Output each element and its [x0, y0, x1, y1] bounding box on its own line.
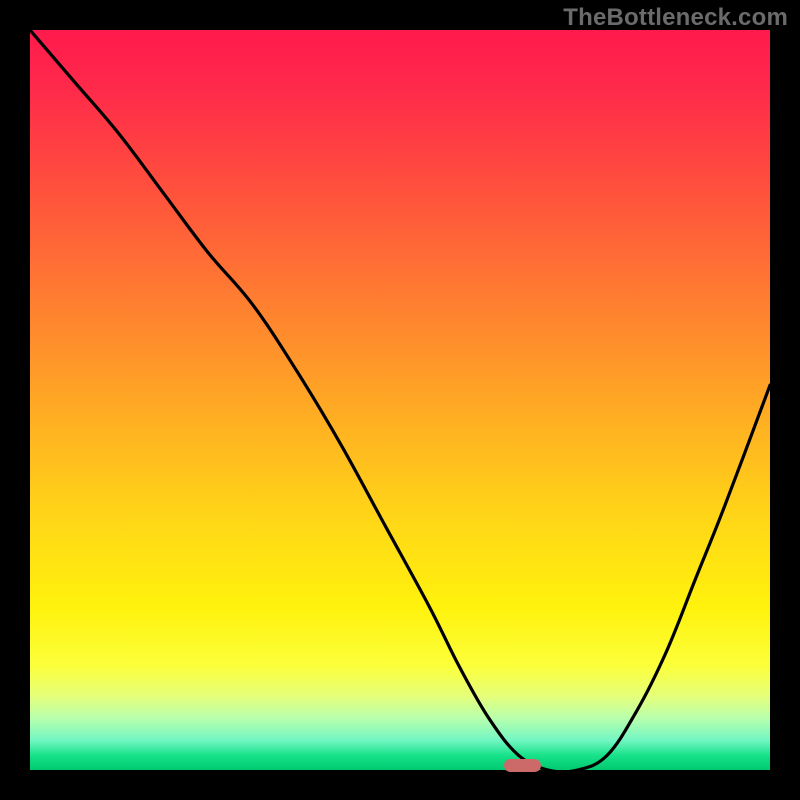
curve-layer: [30, 30, 770, 770]
bottleneck-curve: [30, 30, 770, 770]
chart-container: TheBottleneck.com: [0, 0, 800, 800]
optimal-marker: [504, 759, 541, 772]
plot-area: [30, 30, 770, 770]
watermark-text: TheBottleneck.com: [563, 4, 788, 32]
